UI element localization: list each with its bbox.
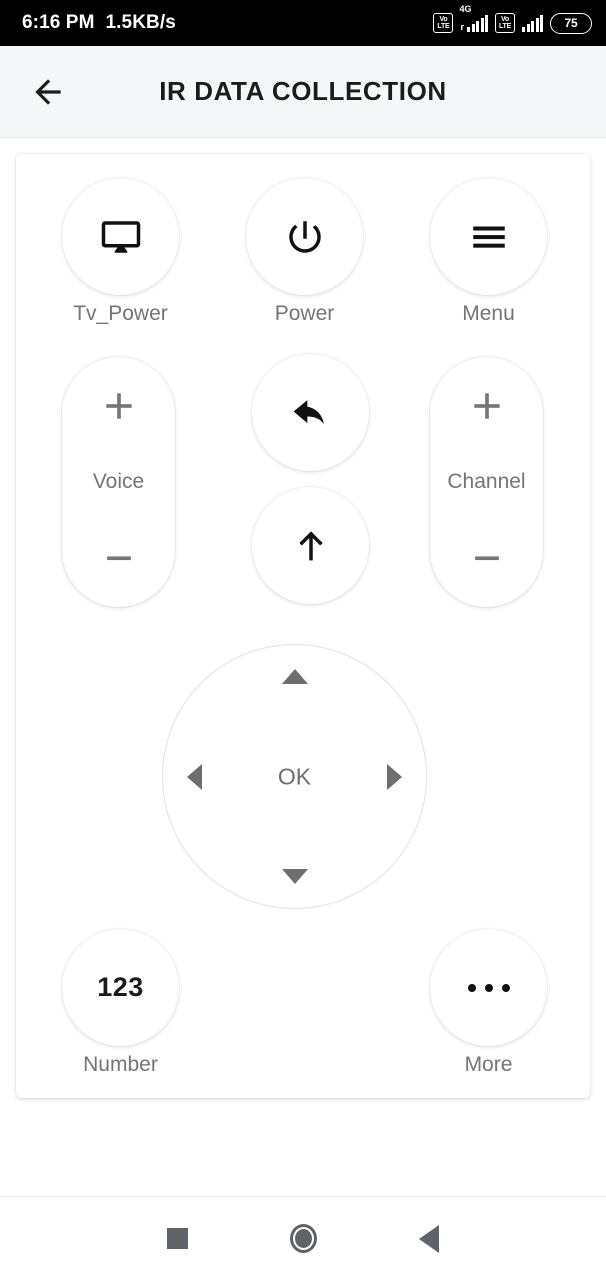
status-bar: 6:16 PM 1.5KB/s Vo LTE 4G r Vo LTE 75 <box>0 0 606 46</box>
status-bar-time: 6:16 PM <box>22 12 95 33</box>
page-title: IR DATA COLLECTION <box>159 76 447 106</box>
signal-icon-sim2 <box>522 14 543 32</box>
volte-icon-sim1-bottom: LTE <box>437 23 450 30</box>
more-label: More <box>464 1053 513 1076</box>
channel-label: Channel <box>447 470 526 493</box>
triangle-right-icon <box>387 763 402 790</box>
voice-rocker: Voice <box>62 357 175 607</box>
voice-down-button[interactable] <box>91 535 147 581</box>
network-type-label: 4G <box>459 3 472 14</box>
voice-up-button[interactable] <box>91 383 147 429</box>
dpad-control[interactable]: OK <box>162 644 427 909</box>
nav-back-button[interactable] <box>366 1197 492 1280</box>
voice-label: Voice <box>92 470 145 493</box>
ellipsis-icon <box>467 983 510 992</box>
tv-power-button[interactable] <box>62 178 179 295</box>
number-label: Number <box>83 1053 158 1076</box>
back-button[interactable] <box>16 60 80 124</box>
channel-up-button[interactable] <box>459 383 515 429</box>
battery-percent-label: 75 <box>564 16 578 30</box>
power-button[interactable] <box>246 178 363 295</box>
tv-power-label: Tv_Power <box>73 302 168 325</box>
status-bar-network-speed: 1.5KB/s <box>105 12 176 33</box>
circle-icon <box>289 1224 317 1253</box>
minus-icon <box>474 556 499 561</box>
power-label: Power <box>274 302 335 325</box>
hamburger-menu-icon <box>472 226 505 248</box>
up-nav-button[interactable] <box>252 487 369 604</box>
signal-icon-sim1: 4G r <box>459 4 488 32</box>
tv-monitor-icon <box>101 220 140 253</box>
dpad-down-button[interactable] <box>281 869 308 884</box>
plus-icon <box>105 393 132 419</box>
app-bar: IR DATA COLLECTION <box>0 46 606 138</box>
channel-down-button[interactable] <box>459 535 515 581</box>
nav-home-button[interactable] <box>240 1197 366 1280</box>
battery-icon: 75 <box>550 12 592 34</box>
arrow-up-icon <box>298 530 323 560</box>
plus-icon <box>473 393 500 419</box>
channel-rocker: Channel <box>430 357 543 607</box>
dpad-up-button[interactable] <box>281 669 308 684</box>
square-icon <box>166 1228 188 1249</box>
status-bar-left: 6:16 PM 1.5KB/s <box>22 12 176 34</box>
phone-screen: 6:16 PM 1.5KB/s Vo LTE 4G r Vo LTE 75 IR… <box>0 0 606 1280</box>
triangle-up-icon <box>281 669 308 684</box>
reply-arrow-icon <box>293 399 324 424</box>
power-icon <box>288 220 321 253</box>
number-button[interactable]: 123 <box>62 929 179 1046</box>
triangle-down-icon <box>281 869 308 884</box>
menu-button[interactable] <box>430 178 547 295</box>
dpad-left-button[interactable] <box>187 763 202 790</box>
menu-label: Menu <box>462 302 515 325</box>
volte-icon-sim1: Vo LTE <box>433 13 454 33</box>
back-nav-button[interactable] <box>252 354 369 471</box>
volte-icon-sim1-top: Vo <box>439 16 448 23</box>
signal-bars-sim1 <box>467 14 488 32</box>
android-navigation-bar <box>0 1196 606 1280</box>
volte-icon-sim2-top: Vo <box>500 16 510 23</box>
signal-bars-sim2 <box>522 14 543 32</box>
nav-recents-button[interactable] <box>114 1197 240 1280</box>
roaming-indicator-icon: r <box>460 21 464 32</box>
remote-control-card: Tv_Power Power Menu Voice Channel OK 123… <box>16 154 590 1098</box>
volte-icon-sim2-bottom: LTE <box>498 23 512 30</box>
arrow-left-icon <box>35 78 61 105</box>
triangle-back-icon <box>419 1224 439 1253</box>
more-button[interactable] <box>430 929 547 1046</box>
minus-icon <box>106 556 131 561</box>
dpad-right-button[interactable] <box>387 763 402 790</box>
main-content: Tv_Power Power Menu Voice Channel OK 123… <box>0 138 606 1196</box>
dpad-ok-button[interactable]: OK <box>278 763 311 790</box>
status-bar-right: Vo LTE 4G r Vo LTE 75 <box>433 4 592 34</box>
triangle-left-icon <box>187 763 202 790</box>
volte-icon-sim2: Vo LTE <box>495 13 515 33</box>
number-button-text: 123 <box>97 972 144 1002</box>
